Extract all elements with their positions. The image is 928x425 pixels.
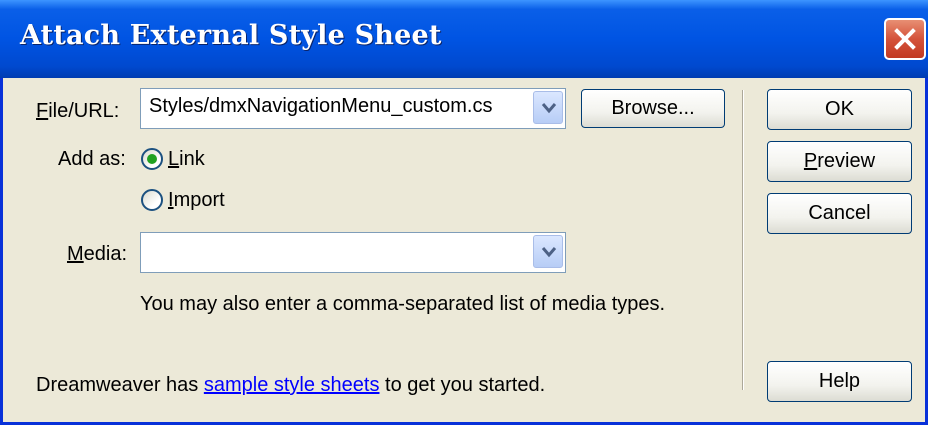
file-url-dropdown-button[interactable] [533, 91, 563, 124]
title-bar[interactable]: Attach External Style Sheet [0, 0, 928, 78]
dialog-window: Attach External Style Sheet File/URL: St… [0, 0, 928, 425]
footer-text: Dreamweaver has sample style sheets to g… [36, 374, 546, 396]
browse-button[interactable]: Browse... [581, 89, 725, 128]
radio-selected-indicator [147, 154, 157, 164]
media-dropdown-button[interactable] [533, 235, 563, 268]
vertical-divider [742, 90, 744, 390]
preview-button[interactable]: Preview [767, 141, 912, 182]
file-url-value: Styles/dmxNavigationMenu_custom.cs [149, 95, 493, 117]
media-input[interactable] [140, 232, 566, 273]
chevron-down-icon [541, 247, 557, 258]
close-button[interactable] [884, 18, 926, 60]
file-url-label: File/URL: [36, 100, 120, 122]
file-url-input[interactable]: Styles/dmxNavigationMenu_custom.cs [140, 88, 566, 129]
radio-link-label[interactable]: Link [168, 148, 205, 171]
media-label: Media: [67, 243, 128, 265]
chevron-down-icon [541, 103, 557, 114]
sample-style-sheets-link[interactable]: sample style sheets [204, 374, 380, 396]
radio-import-label[interactable]: Import [168, 189, 225, 212]
dialog-title: Attach External Style Sheet [20, 20, 442, 51]
add-as-label: Add as: [58, 148, 126, 170]
cancel-button[interactable]: Cancel [767, 193, 912, 234]
help-button[interactable]: Help [767, 361, 912, 402]
media-hint: You may also enter a comma-separated lis… [140, 293, 666, 315]
close-icon [894, 28, 916, 50]
ok-button[interactable]: OK [767, 89, 912, 130]
radio-import[interactable] [141, 189, 163, 211]
radio-link[interactable] [141, 148, 163, 170]
